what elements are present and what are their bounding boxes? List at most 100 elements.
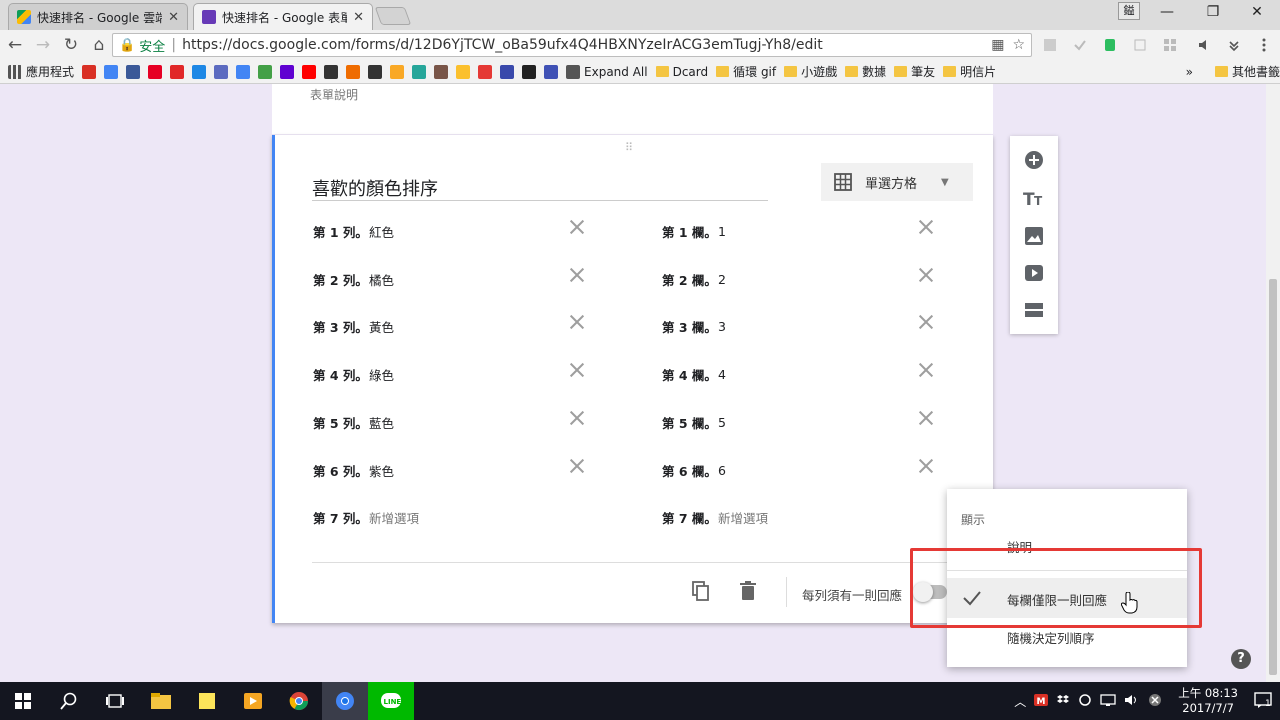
bookmark-item[interactable] <box>170 64 185 79</box>
question-title[interactable]: 喜歡的顏色排序 <box>312 175 768 201</box>
delete-icon[interactable] <box>738 580 758 602</box>
chevron-down-icon[interactable] <box>1224 36 1244 54</box>
chrome-icon[interactable] <box>276 682 322 720</box>
bookmark-item[interactable] <box>368 64 383 79</box>
form-description-placeholder[interactable]: 表單說明 <box>310 86 358 103</box>
remove-option-icon[interactable] <box>917 266 935 284</box>
remove-option-icon[interactable] <box>917 409 935 427</box>
sticky-notes-icon[interactable] <box>184 682 230 720</box>
add-option-input[interactable]: 新增選項 <box>369 508 419 527</box>
grid-extension-icon[interactable] <box>1160 36 1180 54</box>
url-text[interactable]: https://docs.google.com/forms/d/12D6YjTC… <box>182 37 823 53</box>
bookmark-item[interactable] <box>346 64 361 79</box>
search-icon[interactable] <box>46 682 92 720</box>
no-input-icon[interactable] <box>1148 693 1162 710</box>
add-image-icon[interactable] <box>1022 224 1046 248</box>
option-input[interactable]: 綠色 <box>369 365 394 384</box>
option-input[interactable]: 紅色 <box>369 222 394 241</box>
option-input[interactable]: 黃色 <box>369 317 394 336</box>
bookmark-item[interactable] <box>390 64 405 79</box>
tray-overflow-icon[interactable]: ︿ <box>1014 693 1026 710</box>
bookmark-item[interactable] <box>478 64 493 79</box>
remove-option-icon[interactable] <box>917 457 935 475</box>
add-option-input[interactable]: 新增選項 <box>718 508 768 527</box>
notification-icon[interactable]: 1 <box>1254 691 1272 711</box>
option-input[interactable]: 1 <box>718 224 726 239</box>
close-window-button[interactable]: ✕ <box>1234 0 1280 24</box>
bookmark-item[interactable] <box>192 64 207 79</box>
option-input[interactable]: 4 <box>718 367 726 382</box>
question-card[interactable]: ⠿ 喜歡的顏色排序 單選方格 ▼ 每列須有一則回應 第 1 列。 紅色第 2 列。… <box>272 135 996 623</box>
option-input[interactable]: 5 <box>718 415 726 430</box>
bookmark-item[interactable] <box>236 64 251 79</box>
remove-option-icon[interactable] <box>568 313 586 331</box>
bookmark-star-icon[interactable]: ☆ <box>1012 37 1025 53</box>
option-input[interactable]: 3 <box>718 319 726 334</box>
option-input[interactable]: 6 <box>718 463 726 478</box>
bookmark-item[interactable] <box>302 64 317 79</box>
bookmark-item[interactable] <box>104 64 119 79</box>
remove-option-icon[interactable] <box>917 218 935 236</box>
bookmark-item[interactable]: 明信片 <box>943 63 996 80</box>
remove-option-icon[interactable] <box>568 218 586 236</box>
page-scrollbar[interactable] <box>1266 84 1280 682</box>
option-input[interactable]: 紫色 <box>369 461 394 480</box>
network-icon[interactable] <box>1100 693 1116 710</box>
scrollbar-thumb[interactable] <box>1269 279 1277 675</box>
add-section-icon[interactable] <box>1022 298 1046 322</box>
forward-button[interactable]: → <box>30 32 56 58</box>
bookmark-item[interactable] <box>148 64 163 79</box>
bookmark-item[interactable] <box>522 64 537 79</box>
close-tab-icon[interactable]: ✕ <box>168 10 179 25</box>
bookmark-item[interactable]: 小遊戲 <box>784 63 837 80</box>
bookmark-item[interactable] <box>258 64 273 79</box>
gmail-notifier-icon[interactable]: M <box>1034 693 1049 710</box>
bookmark-item[interactable]: 循環 gif <box>716 63 776 80</box>
chrome-canary-icon[interactable] <box>322 682 368 720</box>
bookmark-item[interactable] <box>456 64 471 79</box>
tab-forms[interactable]: 快速排名 - Google 表單 ✕ <box>193 3 373 30</box>
remove-option-icon[interactable] <box>568 409 586 427</box>
bookmark-item[interactable] <box>280 64 295 79</box>
file-explorer-icon[interactable] <box>138 682 184 720</box>
add-question-icon[interactable] <box>1022 148 1046 172</box>
bookmark-item[interactable] <box>500 64 515 79</box>
bookmark-item[interactable] <box>412 64 427 79</box>
menu-icon[interactable] <box>1254 36 1274 54</box>
menu-item-shuffle-rows[interactable]: 隨機決定列順序 <box>1007 628 1095 647</box>
bookmark-item[interactable] <box>434 64 449 79</box>
remove-option-icon[interactable] <box>917 313 935 331</box>
close-tab-icon[interactable]: ✕ <box>353 10 364 25</box>
drag-handle-icon[interactable]: ⠿ <box>625 141 634 154</box>
evernote-icon[interactable] <box>1100 36 1120 54</box>
remove-option-icon[interactable] <box>917 361 935 379</box>
help-button[interactable]: ? <box>1231 649 1251 669</box>
remove-option-icon[interactable] <box>568 457 586 475</box>
bookmark-item[interactable]: Dcard <box>655 65 708 79</box>
profile-button[interactable]: 鎰 <box>1118 2 1140 20</box>
dropbox-sync-icon[interactable] <box>1078 693 1092 710</box>
home-button[interactable]: ⌂ <box>86 32 112 58</box>
extension-icon[interactable] <box>1040 36 1060 54</box>
question-type-dropdown[interactable]: 單選方格 ▼ <box>821 163 973 201</box>
remove-option-icon[interactable] <box>568 266 586 284</box>
option-input[interactable]: 橘色 <box>369 270 394 289</box>
bookmark-item[interactable] <box>126 64 141 79</box>
add-video-icon[interactable] <box>1022 261 1046 285</box>
option-input[interactable]: 2 <box>718 272 726 287</box>
bookmark-item[interactable]: 筆友 <box>894 63 935 80</box>
new-tab-button[interactable] <box>374 7 412 25</box>
task-view-icon[interactable] <box>92 682 138 720</box>
media-player-icon[interactable] <box>230 682 276 720</box>
dropbox-icon[interactable] <box>1056 693 1070 710</box>
bookmark-item[interactable]: Expand All <box>566 64 648 79</box>
doc-extension-icon[interactable] <box>1130 36 1150 54</box>
minimize-button[interactable]: — <box>1144 0 1190 24</box>
bookmarks-overflow-button[interactable]: » <box>1186 65 1193 79</box>
back-button[interactable]: ← <box>2 32 28 58</box>
tab-drive[interactable]: 快速排名 - Google 雲端硬 ✕ <box>8 3 188 30</box>
line-icon[interactable]: LINE <box>368 682 414 720</box>
reload-button[interactable]: ↻ <box>58 32 84 58</box>
bookmark-item[interactable] <box>82 64 97 79</box>
bookmark-item[interactable] <box>324 64 339 79</box>
